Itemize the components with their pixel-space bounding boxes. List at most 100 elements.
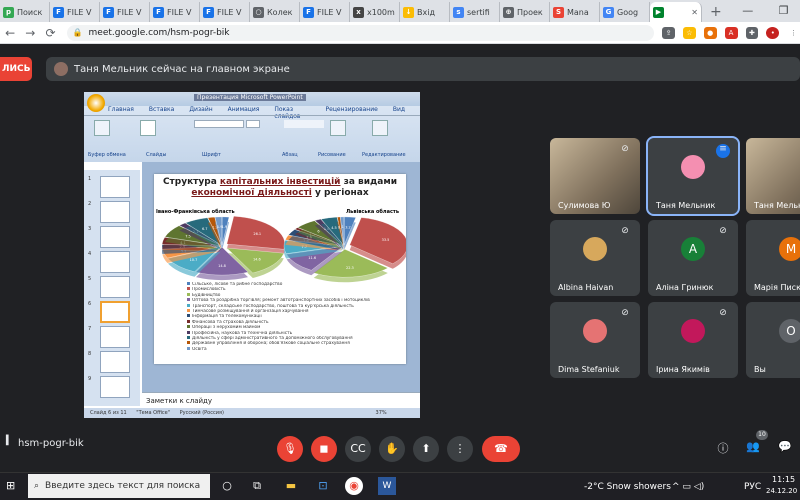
minimize-icon[interactable]: —	[730, 0, 766, 22]
profile-avatar[interactable]: •	[766, 26, 780, 39]
more-options-button[interactable]: ⋮	[447, 436, 473, 462]
browser-tab[interactable]: F FILE V	[300, 2, 350, 22]
file-explorer-icon[interactable]: ▬	[282, 477, 300, 495]
raise-hand-button[interactable]: ✋	[379, 436, 405, 462]
info-icon[interactable]: ⓘ	[714, 440, 732, 458]
store-icon[interactable]: ⊡	[314, 477, 332, 495]
slide-title-part: за видами	[340, 177, 398, 187]
slide-thumbnail[interactable]	[100, 251, 130, 273]
extension-icon[interactable]: ●	[703, 26, 717, 39]
cortana-icon[interactable]: ○	[218, 477, 236, 495]
browser-tab[interactable]: p Поиск	[0, 2, 50, 22]
people-icon[interactable]: 👥	[744, 440, 762, 458]
slide-thumbnail[interactable]	[100, 376, 130, 398]
thumbnail-number: 4	[88, 251, 92, 257]
browser-tab[interactable]: ○ Колек	[250, 2, 300, 22]
presenting-banner: Таня Мельник сейчас на главном экране	[46, 57, 800, 81]
tab-label: FILE V	[67, 7, 92, 17]
windows-start-icon[interactable]: ⊞	[6, 479, 19, 492]
bookmark-star-icon[interactable]: ☆	[682, 26, 696, 39]
mic-muted-icon: ⊘	[719, 308, 727, 318]
tab-favicon-icon: S	[553, 6, 564, 18]
new-slide-icon[interactable]	[140, 120, 156, 136]
slide-thumbnail[interactable]	[100, 201, 130, 223]
legend-label: Сільське, лісове та рибне господарство	[192, 282, 283, 287]
shapes-icon[interactable]	[330, 120, 346, 136]
language-indicator[interactable]: РУС	[744, 482, 761, 492]
ppt-ribbon-body: Буфер обмена Слайды Шрифт Абзац Рисовани…	[84, 115, 420, 159]
browser-tab[interactable]: G Goog	[600, 2, 650, 22]
browser-tab[interactable]: ⊕ Проек	[500, 2, 550, 22]
word-icon[interactable]: W	[378, 477, 396, 495]
taskbar-search[interactable]: ⌕ Введите здесь текст для поиска	[28, 474, 210, 498]
slide-thumbnail[interactable]	[100, 326, 130, 348]
group-label-font: Шрифт	[202, 152, 221, 158]
forward-arrow-icon[interactable]: →	[20, 26, 40, 40]
participant-tile[interactable]: Таня Мельник	[746, 138, 800, 214]
tab-label: Проек	[517, 7, 543, 17]
new-tab-button[interactable]: +	[702, 2, 730, 22]
chrome-icon[interactable]: ◉	[345, 477, 363, 495]
participant-tile[interactable]: ⊘ Dima Stefaniuk	[550, 302, 640, 378]
clock-time: 11:15	[772, 475, 796, 484]
captions-button[interactable]: CC	[345, 436, 371, 462]
clock-date: 24.12.20	[766, 487, 798, 495]
participant-name: Dima Stefaniuk	[558, 365, 620, 374]
task-view-icon[interactable]: ⧉	[248, 477, 266, 495]
slide-thumbnail[interactable]	[100, 176, 130, 198]
slide-thumbnail[interactable]	[100, 351, 130, 373]
leave-call-button[interactable]: ☎	[482, 436, 520, 462]
office-orb-icon[interactable]	[87, 94, 105, 112]
browser-tab[interactable]: F FILE V	[200, 2, 250, 22]
camera-off-button[interactable]: ◼	[311, 436, 337, 462]
chat-icon[interactable]: 💬	[776, 440, 794, 458]
browser-tab[interactable]: x x100m	[350, 2, 400, 22]
participant-tile[interactable]: M⊘Марія Писк	[746, 220, 800, 296]
participant-tile[interactable]: ⊘ Сулимова Ю	[550, 138, 640, 214]
slide-thumbnail[interactable]	[100, 226, 130, 248]
extensions-puzzle-icon[interactable]: ✚	[745, 26, 759, 39]
pie-right-data-label: 11.6	[308, 256, 316, 260]
participant-tile[interactable]: ⊘ Albina Haivan	[550, 220, 640, 296]
font-name-field[interactable]	[194, 120, 244, 128]
browser-tab[interactable]: F FILE V	[100, 2, 150, 22]
participant-tile[interactable]: ≡ Таня Мельник	[646, 136, 740, 216]
browser-tab[interactable]: S Mana	[550, 2, 600, 22]
find-icon[interactable]	[372, 120, 388, 136]
slide-title-underlined: капітальних інвестицій	[219, 177, 341, 187]
maximize-icon[interactable]: ❐	[766, 0, 800, 22]
stop-presenting-button[interactable]: ЛИСЬ	[0, 57, 32, 81]
paragraph-controls[interactable]	[284, 120, 324, 128]
meet-window: p Поиск F FILE V F FILE V F FILE V F FILE V ○ Колек…	[0, 0, 800, 500]
participant-tile[interactable]: ⊘ Ірина Якимів	[648, 302, 738, 378]
share-icon[interactable]: ⇪	[662, 26, 675, 39]
group-label-slides: Слайды	[146, 152, 167, 158]
browser-tab[interactable]: F FILE V	[150, 2, 200, 22]
tab-favicon-icon: F	[53, 6, 64, 18]
reload-icon[interactable]: ⟳	[40, 26, 60, 40]
tab-close-icon[interactable]: ✕	[691, 8, 698, 17]
browser-tab[interactable]: s sertifi	[450, 2, 500, 22]
menu-dots-icon[interactable]: ⋮	[787, 26, 800, 39]
address-bar[interactable]: 🔒 meet.google.com/hsm-pogr-bik	[66, 24, 655, 41]
browser-tab[interactable]: ▶ ✕	[650, 2, 702, 22]
slide-notes[interactable]: Заметки к слайду	[142, 392, 420, 408]
tray-icons[interactable]: ^ ▭ ◁)	[672, 482, 704, 492]
present-screen-button[interactable]: ⬆	[413, 436, 439, 462]
group-label-paragraph: Абзац	[282, 152, 298, 158]
mic-off-button[interactable]: 🎙	[277, 436, 303, 462]
slide-thumbnail[interactable]	[100, 301, 130, 323]
slide-thumbnail[interactable]	[100, 276, 130, 298]
participant-tile[interactable]: O⊘Вы	[746, 302, 800, 378]
participant-tile[interactable]: A ⊘ Аліна Гринюк	[648, 220, 738, 296]
browser-tab[interactable]: ↓ Вхід	[400, 2, 450, 22]
font-size-field[interactable]	[246, 120, 260, 128]
browser-tab[interactable]: F FILE V	[50, 2, 100, 22]
paste-icon[interactable]	[94, 120, 110, 136]
legend-entry: Освіта	[187, 346, 397, 352]
pdf-extension-icon[interactable]: A	[724, 26, 738, 39]
legend-label: Інформація та телекомунікації	[192, 314, 262, 320]
thumbnail-number: 1	[88, 176, 92, 182]
tab-favicon-icon: x	[353, 6, 364, 18]
back-arrow-icon[interactable]: ←	[0, 26, 20, 40]
